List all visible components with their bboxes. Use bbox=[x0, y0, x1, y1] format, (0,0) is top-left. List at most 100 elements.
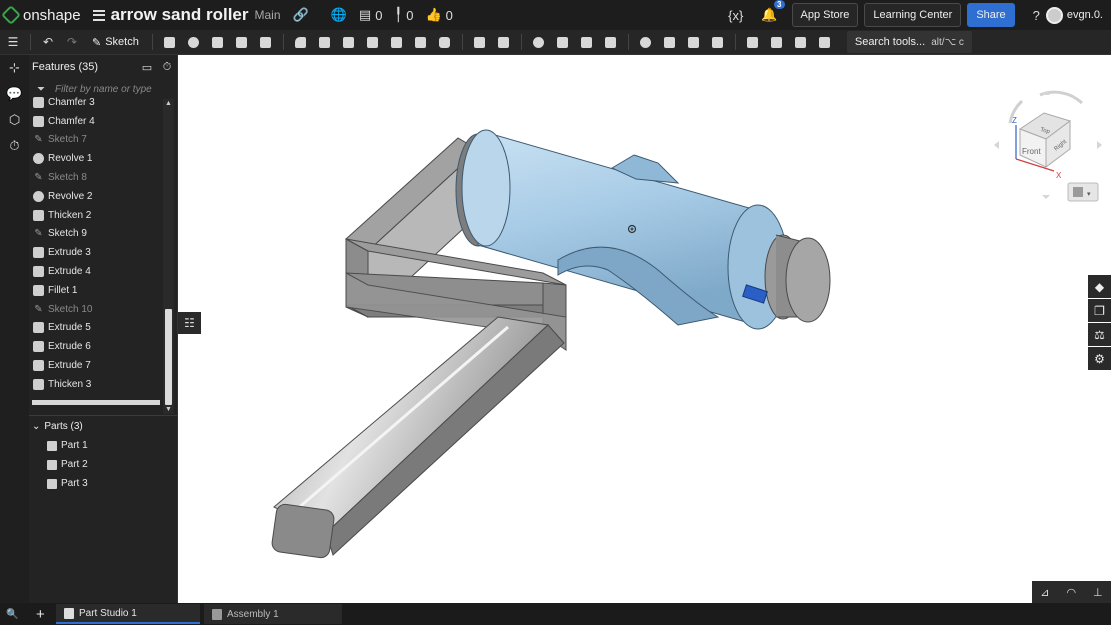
handle-part[interactable] bbox=[271, 316, 565, 559]
feature-item[interactable]: Extrude 5 bbox=[29, 319, 163, 338]
feature-item[interactable]: Chamfer 3 bbox=[29, 93, 163, 112]
sheet-metal-icon[interactable] bbox=[816, 34, 834, 50]
sketch-button[interactable]: ✎ Sketch bbox=[92, 36, 139, 49]
viewcube-front-label[interactable]: Front bbox=[1022, 147, 1041, 156]
undo-icon[interactable]: ↶ bbox=[39, 34, 57, 50]
model-3d-view[interactable]: Front Top Right Z X ▾ bbox=[178, 55, 1111, 603]
share-button[interactable]: Share bbox=[967, 3, 1015, 27]
feature-item[interactable]: Fillet 1 bbox=[29, 281, 163, 300]
document-title[interactable]: arrow sand roller bbox=[111, 5, 249, 25]
add-tab-icon[interactable]: + bbox=[28, 604, 56, 624]
menu-icon[interactable] bbox=[92, 9, 105, 21]
section-view-icon[interactable]: ⊿ bbox=[1040, 586, 1049, 599]
scroll-up-icon[interactable]: ▲ bbox=[165, 100, 172, 107]
rollback-icon[interactable]: ⏱ bbox=[157, 61, 177, 74]
feature-item[interactable]: ✎ Sketch 10 bbox=[29, 300, 163, 319]
search-tools-input[interactable]: Search tools... alt/⌥ c bbox=[846, 31, 972, 53]
loft-icon[interactable] bbox=[233, 34, 251, 50]
feature-item[interactable]: Chamfer 4 bbox=[29, 112, 163, 131]
helix-icon[interactable] bbox=[792, 34, 810, 50]
link-icon[interactable]: 🔗 bbox=[293, 7, 309, 23]
shell-icon[interactable] bbox=[388, 34, 406, 50]
thicken-icon[interactable] bbox=[257, 34, 275, 50]
feature-item[interactable]: Thicken 2 bbox=[29, 206, 163, 225]
redo-icon[interactable]: ↷ bbox=[63, 34, 81, 50]
feature-item[interactable]: Extrude 4 bbox=[29, 262, 163, 281]
feature-item[interactable]: ✎ Sketch 8 bbox=[29, 168, 163, 187]
notifications-button[interactable]: 🔔 3 bbox=[761, 0, 785, 23]
mirror-icon[interactable] bbox=[495, 34, 513, 50]
pattern-icon[interactable] bbox=[471, 34, 489, 50]
tags-counter[interactable]: ╿ 0 bbox=[394, 7, 413, 23]
mate-connector-icon[interactable] bbox=[768, 34, 786, 50]
part-label: Part 1 bbox=[61, 440, 88, 451]
variables-icon[interactable]: {x} bbox=[728, 8, 743, 23]
versions-counter[interactable]: ▤ 0 bbox=[359, 7, 383, 23]
search-tabs-icon[interactable]: 🔍 bbox=[0, 604, 28, 624]
parts-header[interactable]: ⌄ Parts (3) bbox=[29, 416, 177, 436]
app-store-button[interactable]: App Store bbox=[791, 3, 859, 27]
modify-fillet-icon[interactable] bbox=[637, 34, 655, 50]
feature-label: Chamfer 3 bbox=[48, 96, 95, 108]
scroll-thumb[interactable] bbox=[165, 309, 172, 405]
plane-icon[interactable] bbox=[744, 34, 762, 50]
part-item[interactable]: Part 3 bbox=[29, 474, 177, 493]
scroll-down-icon[interactable]: ▼ bbox=[165, 406, 172, 413]
fillet-icon[interactable] bbox=[292, 34, 310, 50]
part-item[interactable]: Part 1 bbox=[29, 436, 177, 455]
onshape-logo-icon bbox=[1, 5, 21, 25]
feature-list-icon[interactable]: ☰ bbox=[4, 34, 22, 50]
configurations-icon[interactable]: ⊹ bbox=[0, 55, 29, 81]
learning-center-button[interactable]: Learning Center bbox=[864, 3, 962, 27]
user-menu[interactable]: evgn.0. bbox=[1045, 6, 1103, 24]
rib-icon[interactable] bbox=[364, 34, 382, 50]
feature-item[interactable]: Extrude 6 bbox=[29, 337, 163, 356]
measure-icon[interactable]: ◠ bbox=[1067, 586, 1077, 599]
likes-counter[interactable]: 👍 0 bbox=[425, 7, 452, 23]
view-cube[interactable]: Front Top Right Z X ▾ bbox=[994, 90, 1102, 202]
horizontal-scroll-thumb[interactable] bbox=[32, 400, 160, 405]
parts-icon[interactable]: ⬡ bbox=[0, 107, 29, 133]
replace-face-icon[interactable] bbox=[685, 34, 703, 50]
feature-item[interactable]: ✎ Sketch 7 bbox=[29, 131, 163, 150]
tab-part-studio[interactable]: Part Studio 1 bbox=[56, 604, 200, 624]
help-icon[interactable]: ? bbox=[1033, 8, 1040, 23]
feature-item[interactable]: ✎ Sketch 9 bbox=[29, 225, 163, 244]
graphics-area[interactable]: Front Top Right Z X ▾ bbox=[178, 55, 1111, 603]
mass-properties-icon[interactable]: ⚖ bbox=[1088, 323, 1111, 346]
draft-icon[interactable] bbox=[340, 34, 358, 50]
sweep-icon[interactable] bbox=[209, 34, 227, 50]
extrude-icon[interactable] bbox=[161, 34, 179, 50]
left-rail: ⊹ 💬 ⬡ ⏱ bbox=[0, 55, 29, 603]
globe-icon[interactable]: 🌐 bbox=[331, 7, 347, 23]
feature-list-scrollbar[interactable]: ▲ ▼ bbox=[163, 99, 174, 414]
solid-feature-icon bbox=[33, 266, 44, 278]
hole-icon[interactable] bbox=[412, 34, 430, 50]
split-icon[interactable] bbox=[554, 34, 572, 50]
tab-assembly[interactable]: Assembly 1 bbox=[204, 604, 342, 624]
cylinder-icon[interactable] bbox=[436, 34, 454, 50]
chamfer-icon[interactable] bbox=[316, 34, 334, 50]
history-icon[interactable]: ⏱ bbox=[0, 133, 29, 159]
delete-part-icon[interactable] bbox=[602, 34, 620, 50]
display-states-icon[interactable]: ❐ bbox=[1088, 299, 1111, 322]
feature-item[interactable]: Thicken 3 bbox=[29, 375, 163, 394]
feature-item[interactable]: Revolve 1 bbox=[29, 149, 163, 168]
boolean-icon[interactable] bbox=[530, 34, 548, 50]
variable-studio-icon[interactable]: ⚙ bbox=[1088, 347, 1111, 370]
transform-icon[interactable] bbox=[578, 34, 596, 50]
part-item[interactable]: Part 2 bbox=[29, 455, 177, 474]
folder-icon[interactable]: ▭ bbox=[137, 61, 157, 74]
move-face-icon[interactable] bbox=[661, 34, 679, 50]
feature-item[interactable]: Extrude 3 bbox=[29, 243, 163, 262]
offset-surface-icon[interactable] bbox=[709, 34, 727, 50]
revolve-icon[interactable] bbox=[185, 34, 203, 50]
branch-label[interactable]: Main bbox=[255, 8, 281, 22]
render-icon[interactable]: ⊥ bbox=[1093, 586, 1103, 599]
onshape-logo[interactable]: onshape bbox=[1, 5, 81, 25]
appearance-icon[interactable]: ◆ bbox=[1088, 275, 1111, 298]
feature-item[interactable]: Revolve 2 bbox=[29, 187, 163, 206]
feature-item[interactable]: Extrude 7 bbox=[29, 356, 163, 375]
flyout-list-icon[interactable]: ☷ bbox=[178, 312, 201, 334]
comments-icon[interactable]: 💬 bbox=[0, 81, 29, 107]
